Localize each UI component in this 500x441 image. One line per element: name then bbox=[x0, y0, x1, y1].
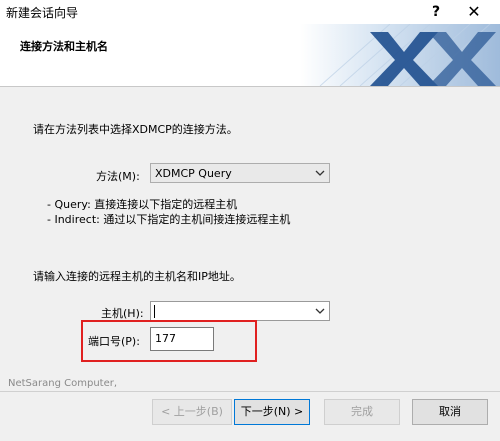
cancel-button[interactable]: 取消 bbox=[412, 399, 488, 425]
page-title: 连接方法和主机名 bbox=[20, 40, 108, 53]
window-title: 新建会话向导 bbox=[6, 6, 79, 20]
help-button[interactable]: ? bbox=[426, 2, 446, 22]
next-button[interactable]: 下一步(N) > bbox=[234, 399, 310, 425]
method-label: 方法(M): bbox=[96, 170, 140, 183]
title-bar: 新建会话向导 ? ✕ bbox=[0, 0, 500, 24]
port-input[interactable]: 177 bbox=[150, 327, 214, 351]
host-combo[interactable] bbox=[150, 301, 330, 321]
method-select-value: XDMCP Query bbox=[155, 167, 232, 180]
host-instruction: 请输入连接的远程主机的主机名和IP地址。 bbox=[33, 270, 241, 283]
method-select[interactable]: XDMCP Query bbox=[150, 163, 330, 183]
xmanager-logo-icon bbox=[300, 24, 500, 86]
text-caret bbox=[154, 305, 155, 318]
method-instruction: 请在方法列表中选择XDMCP的连接方法。 bbox=[33, 123, 238, 136]
method-note-indirect: - Indirect: 通过以下指定的主机间接连接远程主机 bbox=[47, 213, 291, 226]
chevron-down-icon[interactable] bbox=[315, 306, 325, 316]
footer-divider bbox=[0, 391, 500, 392]
port-value: 177 bbox=[155, 332, 176, 345]
close-button[interactable]: ✕ bbox=[464, 2, 484, 22]
finish-button[interactable]: 完成 bbox=[324, 399, 400, 425]
company-name: NetSarang Computer, bbox=[8, 378, 118, 389]
method-note-query: - Query: 直接连接以下指定的远程主机 bbox=[47, 198, 238, 211]
chevron-down-icon bbox=[315, 170, 325, 176]
back-button[interactable]: < 上一步(B) bbox=[152, 399, 232, 425]
port-label: 端口号(P): bbox=[88, 335, 140, 348]
wizard-banner: 连接方法和主机名 bbox=[0, 24, 500, 87]
host-label: 主机(H): bbox=[101, 307, 144, 320]
